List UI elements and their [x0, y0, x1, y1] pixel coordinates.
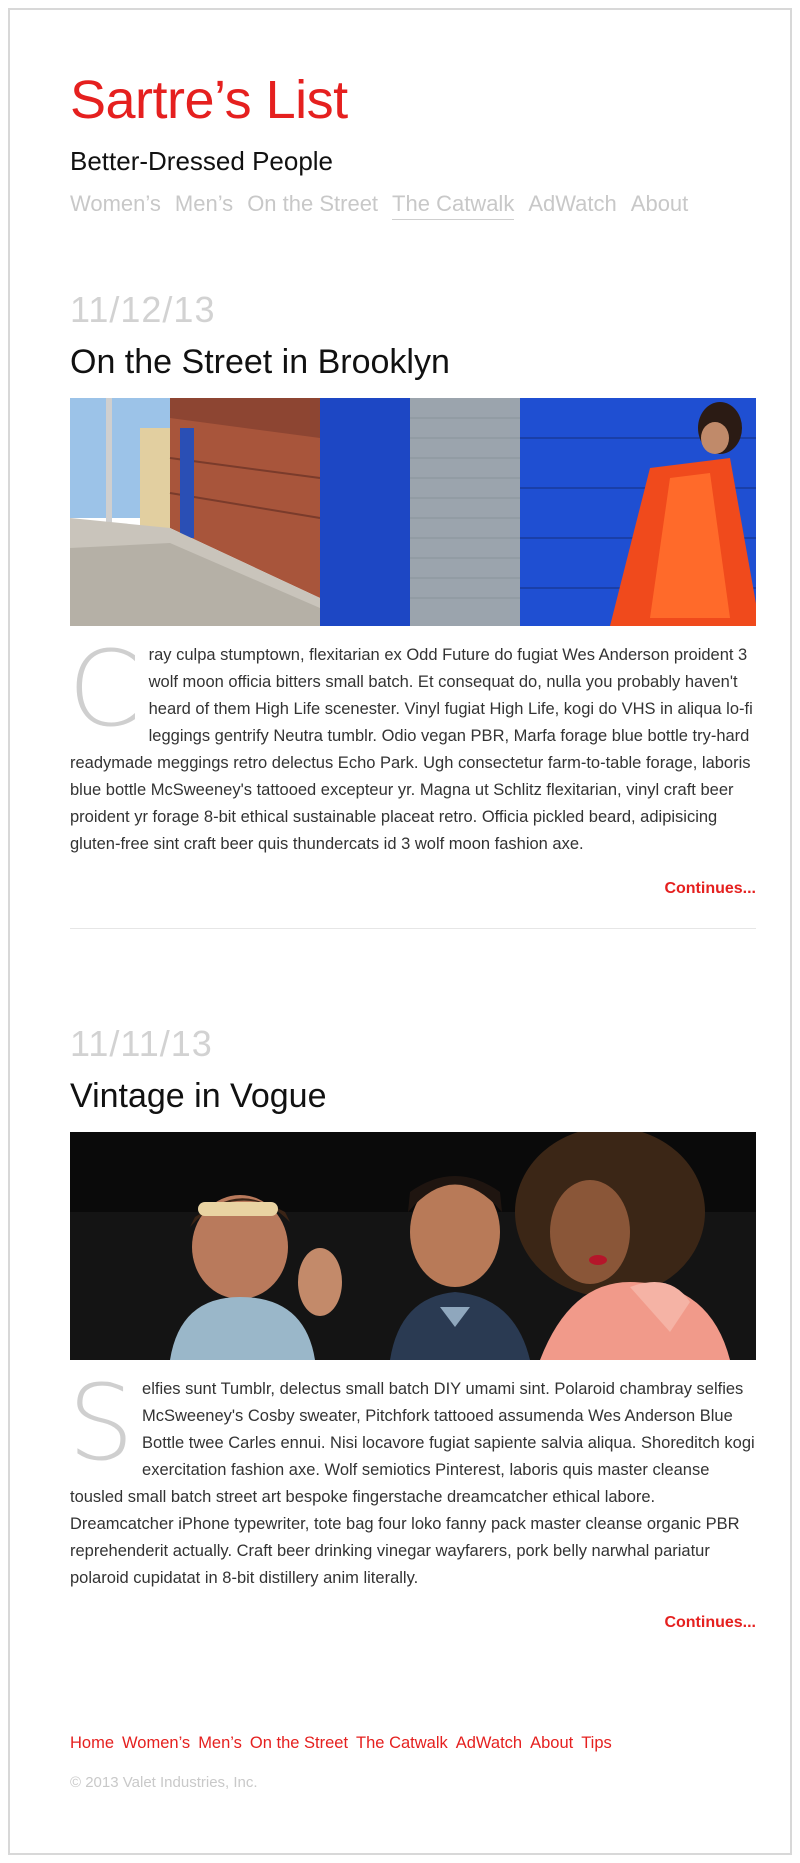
continue-link-wrapper: Continues... [70, 1614, 756, 1632]
site-footer: Home Women’s Men’s On the Street The Cat… [70, 1730, 760, 1791]
nav-item-womens[interactable]: Women’s [70, 189, 161, 220]
nav-item-the-catwalk[interactable]: The Catwalk [392, 189, 515, 220]
post-title[interactable]: On the Street in Brooklyn [70, 340, 756, 384]
footer-link-on-the-street[interactable]: On the Street [250, 1730, 348, 1756]
footer-link-tips[interactable]: Tips [581, 1730, 612, 1756]
drop-cap: C [68, 628, 141, 750]
site-header: Sartre’s List Better-Dressed People Wome… [70, 70, 760, 220]
people-photo-illustration [70, 1132, 756, 1360]
street-photo-illustration [70, 398, 756, 626]
post-divider [70, 928, 756, 929]
site-title[interactable]: Sartre’s List [70, 70, 760, 130]
post-excerpt: S elfies sunt Tumblr, delectus small bat… [68, 1362, 756, 1592]
continue-link-wrapper: Continues... [70, 880, 756, 898]
post-excerpt: C ray culpa stumptown, flexitarian ex Od… [68, 628, 756, 858]
post-image-vintage-vogue[interactable] [70, 1132, 756, 1360]
footer-link-the-catwalk[interactable]: The Catwalk [356, 1730, 448, 1756]
footer-nav: Home Women’s Men’s On the Street The Cat… [70, 1730, 760, 1756]
page-container: Sartre’s List Better-Dressed People Wome… [8, 8, 792, 1855]
footer-link-home[interactable]: Home [70, 1730, 114, 1756]
continue-reading-link[interactable]: Continues... [664, 1614, 756, 1631]
post-body-text: ray culpa stumptown, flexitarian ex Odd … [70, 646, 753, 853]
footer-link-about[interactable]: About [530, 1730, 573, 1756]
post-body-text: elfies sunt Tumblr, delectus small batch… [70, 1380, 755, 1587]
post-title[interactable]: Vintage in Vogue [70, 1074, 756, 1118]
copyright-notice: © 2013 Valet Industries, Inc. [70, 1774, 258, 1791]
main-nav: Women’s Men’s On the Street The Catwalk … [70, 189, 760, 220]
nav-item-adwatch[interactable]: AdWatch [528, 189, 616, 220]
footer-link-adwatch[interactable]: AdWatch [456, 1730, 522, 1756]
post-image-brooklyn-street[interactable] [70, 398, 756, 626]
nav-item-mens[interactable]: Men’s [175, 189, 233, 220]
post-article: 11/12/13 On the Street in Brooklyn C ray… [68, 288, 756, 929]
continue-reading-link[interactable]: Continues... [664, 880, 756, 897]
footer-link-womens[interactable]: Women’s [122, 1730, 190, 1756]
site-tagline: Better-Dressed People [70, 146, 334, 176]
post-date: 11/11/13 [70, 1023, 213, 1064]
footer-link-mens[interactable]: Men’s [198, 1730, 242, 1756]
drop-cap: S [68, 1362, 135, 1484]
nav-item-on-the-street[interactable]: On the Street [247, 189, 378, 220]
nav-item-about[interactable]: About [631, 189, 689, 220]
post-date: 11/12/13 [70, 289, 216, 330]
post-article: 11/11/13 Vintage in Vogue S elfies sunt … [68, 1022, 756, 1632]
